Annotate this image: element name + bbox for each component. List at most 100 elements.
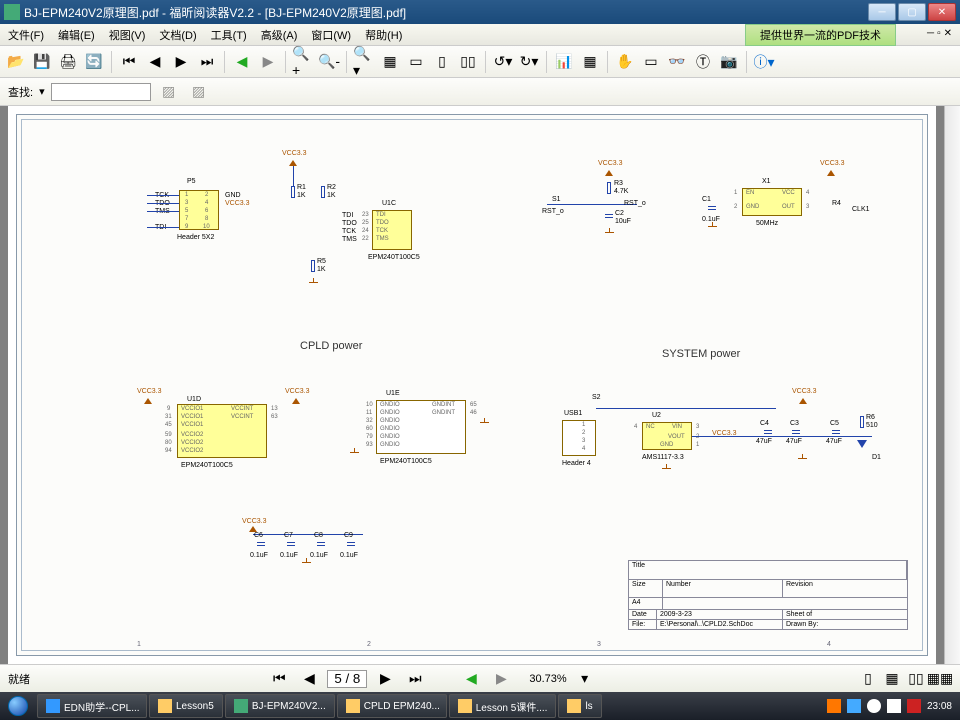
- save-icon[interactable]: 💾: [30, 50, 54, 74]
- ime2-icon[interactable]: [847, 699, 861, 713]
- c4-val: 47uF: [756, 438, 772, 445]
- tb-date: 2009-3-23: [657, 610, 783, 619]
- info-icon[interactable]: ⓘ▾: [752, 50, 776, 74]
- maximize-button[interactable]: ▢: [898, 3, 926, 21]
- pdf-page[interactable]: P5 12 34 56 78 910 TCK TDO TMS TDI GND V…: [8, 106, 936, 664]
- find-input[interactable]: [51, 83, 151, 101]
- prev-page-icon[interactable]: ◀: [143, 50, 167, 74]
- task-label: Lesson5: [176, 701, 214, 712]
- taskbar-item[interactable]: Lesson5: [149, 694, 223, 718]
- tck-pin: TCK: [376, 228, 388, 234]
- select-text-icon[interactable]: ▭: [639, 50, 663, 74]
- vcc-label: VCC3.3: [242, 518, 267, 525]
- first-page-icon[interactable]: ⏮: [117, 50, 141, 74]
- r-val: 1K: [327, 192, 336, 199]
- fit-page-icon[interactable]: ▦: [378, 50, 402, 74]
- nav-next-icon[interactable]: ▶: [373, 667, 397, 691]
- fit-width-icon[interactable]: ▭: [404, 50, 428, 74]
- vertical-scrollbar[interactable]: [944, 106, 960, 664]
- vccint-pin: VCCINT: [231, 406, 253, 412]
- close-button[interactable]: ✕: [928, 3, 956, 21]
- menu-tools[interactable]: 工具(T): [207, 25, 251, 45]
- schematic-frame: P5 12 34 56 78 910 TCK TDO TMS TDI GND V…: [16, 114, 928, 656]
- zoom-out-icon[interactable]: 🔍-: [317, 50, 341, 74]
- gnd-pin: GND: [660, 442, 673, 448]
- nav-back-icon[interactable]: ◀: [459, 667, 483, 691]
- taskbar-item[interactable]: Lesson 5课件....: [449, 694, 557, 718]
- epm240-label: EPM240T100C5: [181, 462, 233, 469]
- gndio-pin: GNDIO: [380, 434, 400, 440]
- menu-edit[interactable]: 编辑(E): [54, 25, 99, 45]
- nav-first-icon[interactable]: ⏮: [267, 667, 291, 691]
- layout-single-icon[interactable]: ▯: [856, 667, 880, 691]
- find-next-icon[interactable]: ▨: [187, 80, 211, 104]
- menu-help[interactable]: 帮助(H): [361, 25, 406, 45]
- layout-cont-icon[interactable]: ▦: [880, 667, 904, 691]
- open-icon[interactable]: 📂: [4, 50, 28, 74]
- minimize-button[interactable]: ─: [868, 3, 896, 21]
- print-icon[interactable]: 🖨: [56, 50, 80, 74]
- menu-window[interactable]: 窗口(W): [307, 25, 355, 45]
- mdi-minimize-icon[interactable]: ─: [927, 28, 934, 39]
- taskbar-item[interactable]: CPLD EPM240...: [337, 694, 447, 718]
- snapshot-icon[interactable]: 📷: [717, 50, 741, 74]
- c1-label: C1: [702, 196, 711, 203]
- vccio-pin: VCCIO1: [181, 422, 203, 428]
- schematic-inner: P5 12 34 56 78 910 TCK TDO TMS TDI GND V…: [21, 119, 923, 651]
- ruler-4: 4: [827, 641, 831, 648]
- browser-icon: [46, 699, 60, 713]
- menu-file[interactable]: 文件(F): [4, 25, 48, 45]
- gndint-pin: GNDINT: [432, 402, 455, 408]
- last-page-icon[interactable]: ⏭: [195, 50, 219, 74]
- taskbar-item[interactable]: ls: [558, 694, 601, 718]
- page-facing-icon[interactable]: ▯▯: [456, 50, 480, 74]
- menu-advanced[interactable]: 高级(A): [257, 25, 302, 45]
- nav-prev-icon[interactable]: ◀: [297, 667, 321, 691]
- reload-icon[interactable]: 🔄: [82, 50, 106, 74]
- tray-up-icon[interactable]: [867, 699, 881, 713]
- menu-document[interactable]: 文档(D): [155, 25, 200, 45]
- c8-label: C8: [314, 532, 323, 539]
- text-tool-icon[interactable]: Ⓣ: [691, 50, 715, 74]
- nav-last-icon[interactable]: ⏭: [403, 667, 427, 691]
- taskbar-item[interactable]: BJ-EPM240V2...: [225, 694, 335, 718]
- zoom-tool-icon[interactable]: 🔍▾: [352, 50, 376, 74]
- mdi-close-icon[interactable]: ✕: [944, 28, 952, 39]
- r3-label: R3: [614, 180, 623, 187]
- layout-contfacing-icon[interactable]: ▦▦: [928, 667, 952, 691]
- next-page-icon[interactable]: ▶: [169, 50, 193, 74]
- nav-fwd-icon[interactable]: ▶: [489, 667, 513, 691]
- flag-icon[interactable]: [887, 699, 901, 713]
- find-icon[interactable]: 👓: [665, 50, 689, 74]
- rotate-ccw-icon[interactable]: ↺▾: [491, 50, 515, 74]
- taskbar-item[interactable]: EDN助学--CPL...: [37, 694, 147, 718]
- vcc-label: VCC3.3: [282, 150, 307, 157]
- antivirus-icon[interactable]: [907, 699, 921, 713]
- promo-banner[interactable]: 提供世界一流的PDF技术: [745, 24, 896, 46]
- find-prev-icon[interactable]: ▨: [157, 80, 181, 104]
- zoom-in-icon[interactable]: 🔍+: [291, 50, 315, 74]
- status-bar: 就绪 ⏮ ◀ ▶ ⏭ ◀ ▶ 30.73% ▾ ▯ ▦ ▯▯ ▦▦: [0, 664, 960, 692]
- page-nav: ⏮ ◀ ▶ ⏭ ◀ ▶ 30.73% ▾: [267, 667, 596, 691]
- clock[interactable]: 23:08: [927, 701, 952, 712]
- find-dropdown-icon[interactable]: ▾: [39, 85, 45, 98]
- layout-facing-icon[interactable]: ▯▯: [904, 667, 928, 691]
- forward-icon[interactable]: ▶: [256, 50, 280, 74]
- grid-icon[interactable]: ▦: [578, 50, 602, 74]
- back-icon[interactable]: ◀: [230, 50, 254, 74]
- stats-icon[interactable]: 📊: [552, 50, 576, 74]
- ime-icon[interactable]: [827, 699, 841, 713]
- rotate-cw-icon[interactable]: ↻▾: [517, 50, 541, 74]
- tck-net: TCK: [342, 228, 356, 235]
- zoom-dropdown-icon[interactable]: ▾: [573, 667, 597, 691]
- start-button[interactable]: [0, 692, 36, 720]
- en-pin: EN: [746, 190, 754, 196]
- hand-tool-icon[interactable]: ✋: [613, 50, 637, 74]
- mdi-restore-icon[interactable]: ▫: [937, 28, 941, 39]
- page-single-icon[interactable]: ▯: [430, 50, 454, 74]
- folder-icon: [458, 699, 472, 713]
- page-input[interactable]: [327, 670, 367, 688]
- menu-view[interactable]: 视图(V): [105, 25, 150, 45]
- c3-label: C3: [790, 420, 799, 427]
- folder-icon: [158, 699, 172, 713]
